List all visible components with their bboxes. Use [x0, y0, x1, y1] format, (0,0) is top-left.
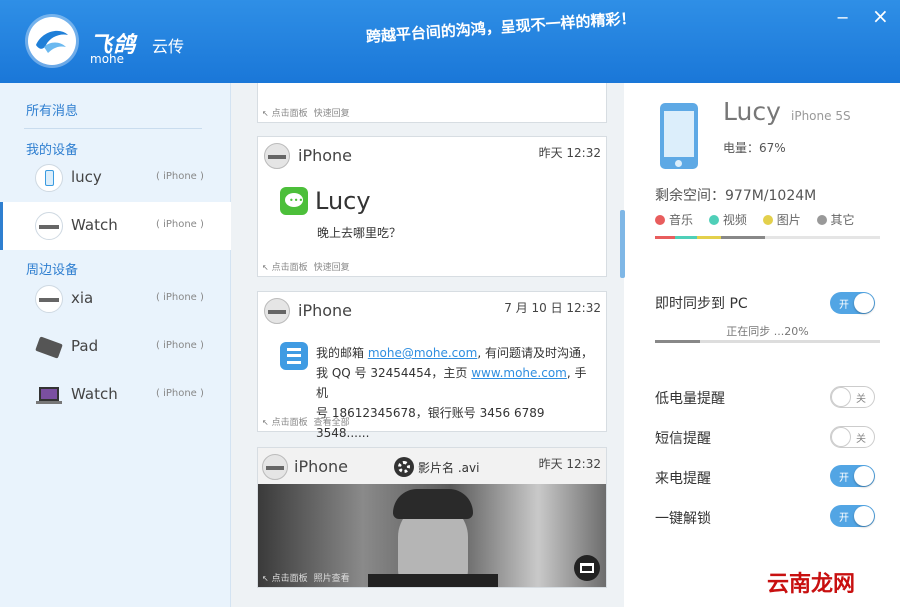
- message-card[interactable]: iPhone 昨天 12:32 ••• Lucy 晚上去哪里吃？ ↖ 点击面板快…: [257, 136, 607, 277]
- setting-low-battery-label: 低电量提醒: [655, 391, 725, 407]
- message-card[interactable]: iPhone 7 月 10 日 12:32 我的邮箱 mohe@mohe.com…: [257, 291, 607, 440]
- tablet-icon: [35, 333, 63, 361]
- sidebar: 所有消息 我的设备 lucy ( iPhone ) Watch ( iPhone…: [0, 83, 231, 607]
- device-type: ( iPhone ): [156, 388, 204, 399]
- panel-action[interactable]: 点击面板: [272, 263, 308, 273]
- file-name: 影片名 .avi: [418, 461, 480, 475]
- legend-video: 视频: [722, 213, 747, 227]
- low-battery-toggle[interactable]: 关: [830, 386, 875, 408]
- device-name: Pad: [71, 337, 99, 355]
- title-bar: 飞鸽 云传 mohe 跨越平台间的沟鸿，呈现不一样的精彩！ − ×: [0, 0, 900, 83]
- device-type: ( iPhone ): [156, 292, 204, 303]
- device-detail-panel: Lucy iPhone 5S 电量：67% 剩余空间：977M/1024M 音乐…: [625, 83, 900, 607]
- sms-toggle[interactable]: 关: [830, 426, 875, 448]
- document-icon: [280, 342, 308, 370]
- panel-action[interactable]: 点击面板: [272, 574, 308, 584]
- device-type: ( iPhone ): [156, 219, 204, 230]
- card-actions: ↖ 点击面板 查看全部: [262, 418, 350, 428]
- brand-english: mohe: [90, 52, 125, 66]
- device-type: ( iPhone ): [156, 171, 204, 182]
- message-time: 昨天 12:32: [538, 457, 601, 471]
- message-time: 昨天 12:32: [538, 146, 601, 160]
- sender-avatar: [262, 454, 288, 480]
- photo-view-action[interactable]: 照片查看: [314, 574, 350, 584]
- sidebar-item-lucy[interactable]: lucy ( iPhone ): [0, 154, 231, 202]
- watermark: 云南龙网: [767, 571, 856, 597]
- close-icon[interactable]: ×: [872, 6, 889, 26]
- message-feed: ↖ 点击面板 快速回复 iPhone 昨天 12:32 ••• Lucy 晚上去哪…: [231, 83, 624, 607]
- sidebar-item-watch-nearby[interactable]: Watch ( iPhone ): [0, 371, 231, 419]
- quick-reply-action[interactable]: 快速回复: [314, 109, 350, 119]
- card-actions: ↖ 点击面板 快速回复: [262, 109, 350, 119]
- setting-unlock-label: 一键解锁: [655, 511, 711, 527]
- watch-avatar-icon: [35, 212, 63, 240]
- email-link[interactable]: mohe@mohe.com: [368, 346, 477, 360]
- divider: [24, 128, 202, 129]
- device-name: lucy: [71, 168, 102, 186]
- card-actions: ↖ 点击面板 快速回复: [262, 263, 350, 273]
- sidebar-item-watch[interactable]: Watch ( iPhone ): [0, 202, 231, 250]
- message-card[interactable]: iPhone 影片名 .avi 昨天 12:32 ↖ 点击面板 照片查看: [257, 447, 607, 588]
- storage-legend: 音乐 视频 图片 其它: [655, 211, 867, 228]
- setting-sms-label: 短信提醒: [655, 431, 711, 447]
- unlock-toggle[interactable]: 开: [830, 505, 875, 527]
- legend-music: 音乐: [669, 213, 694, 227]
- device-name: Lucy: [723, 97, 781, 126]
- sync-progress-bar: [655, 340, 880, 343]
- storage-usage-bar: [655, 236, 880, 239]
- homepage-link[interactable]: www.mohe.com: [471, 366, 567, 380]
- device-name: xia: [71, 289, 94, 307]
- message-time: 7 月 10 日 12:32: [504, 301, 601, 315]
- storage-remaining: 剩余空间：977M/1024M: [655, 188, 817, 204]
- call-toggle[interactable]: 开: [830, 465, 875, 487]
- slogan: 跨越平台间的沟鸿，呈现不一样的精彩！: [365, 9, 637, 46]
- legend-images: 图片: [776, 213, 801, 227]
- sender-name: iPhone: [298, 301, 353, 320]
- device-type: ( iPhone ): [156, 340, 204, 351]
- sync-pc-toggle[interactable]: 开: [830, 292, 875, 314]
- sync-status: 正在同步 ...20%: [726, 325, 809, 338]
- quick-reply-action[interactable]: 快速回复: [314, 263, 350, 273]
- film-reel-icon: [394, 457, 414, 477]
- device-model: iPhone 5S: [791, 109, 851, 123]
- sidebar-item-xia[interactable]: xia ( iPhone ): [0, 275, 231, 323]
- sender-name: iPhone: [294, 457, 349, 476]
- device-name: Watch: [71, 216, 118, 234]
- panel-action[interactable]: 点击面板: [272, 418, 308, 428]
- sidebar-item-pad[interactable]: Pad ( iPhone ): [0, 323, 231, 371]
- phone-icon: [660, 103, 698, 169]
- battery-level: 电量：67%: [723, 141, 786, 155]
- sender-name: iPhone: [298, 146, 353, 165]
- app-logo-icon: [28, 17, 76, 65]
- legend-other: 其它: [830, 213, 855, 227]
- laptop-icon: [35, 381, 63, 409]
- setting-sync-pc-label: 即时同步到 PC: [655, 296, 748, 312]
- avatar-icon: [35, 285, 63, 313]
- brand-subtitle: 云传: [152, 37, 185, 56]
- message-body: 我的邮箱 mohe@mohe.com, 有问题请及时沟通， 我 QQ 号 324…: [316, 346, 593, 440]
- sender-avatar: [264, 143, 290, 169]
- message-app-icon: •••: [280, 187, 308, 215]
- setting-call-label: 来电提醒: [655, 471, 711, 487]
- card-actions: ↖ 点击面板 照片查看: [262, 574, 350, 584]
- open-folder-icon[interactable]: [574, 555, 600, 581]
- sender-avatar: [264, 298, 290, 324]
- message-text: 晚上去哪里吃？: [317, 226, 402, 240]
- message-card[interactable]: ↖ 点击面板 快速回复: [257, 83, 607, 123]
- minimize-icon[interactable]: −: [836, 10, 849, 26]
- contact-name: Lucy: [315, 187, 371, 215]
- phone-icon: [35, 164, 63, 192]
- view-all-action[interactable]: 查看全部: [314, 418, 350, 428]
- panel-action[interactable]: 点击面板: [272, 109, 308, 119]
- device-name: Watch: [71, 385, 118, 403]
- sidebar-item-all-messages[interactable]: 所有消息: [26, 100, 78, 119]
